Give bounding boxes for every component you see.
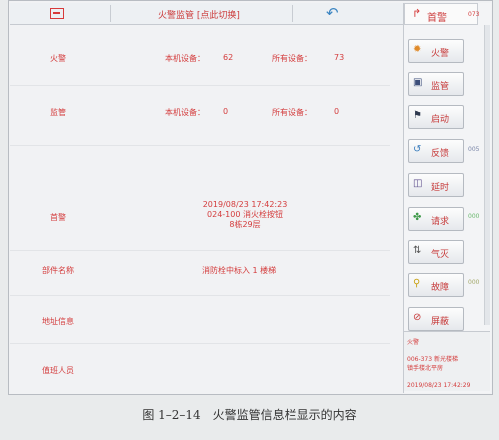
fire-icon: ↱ xyxy=(412,7,422,20)
tab-first-alarm[interactable]: ↱ 首警 xyxy=(404,3,478,25)
first-alarm-detail: 2019/08/23 17:42:23 024-100 消火栓按钮 8栋29层 xyxy=(170,200,320,230)
summary-title: 火警 xyxy=(407,339,420,346)
fire-all-label: 所有设备： xyxy=(272,54,312,63)
sidebar-button-label: 启动 xyxy=(431,115,450,125)
delay-icon: ◫ xyxy=(413,178,423,189)
sidebar-count: 000 xyxy=(468,279,480,286)
install-location-label: 地址信息 xyxy=(42,317,74,326)
sidebar-button-2[interactable]: ⚑ 启动 xyxy=(408,105,464,129)
first-alarm-location: 8栋29层 xyxy=(229,220,261,229)
alarm-category-sidebar: ↱ 首警 ✹ 火警 ▣ 监管 ⚑ 启动 ↺ 反馈 ◫ 延时 ✤ 请求 ⇅ 气灭 ⚲ 故障 ⊘ 屏蔽 073 005 00… xyxy=(403,3,491,393)
feedback-icon: ↺ xyxy=(413,144,422,155)
row-divider xyxy=(10,295,390,296)
supervise-label: 监管 xyxy=(50,108,66,117)
sidebar-button-6[interactable]: ⇅ 气灭 xyxy=(408,240,464,264)
alarm-info-panel: 火警 本机设备： 62 所有设备： 73 监管 本机设备： 0 所有设备： 0 … xyxy=(10,25,392,395)
arrow-back-icon[interactable]: ↶ xyxy=(326,6,339,21)
supervise-local-value: 0 xyxy=(223,107,229,116)
supervise-all-value: 0 xyxy=(334,107,340,116)
summary-line-2: 镇手楼北平房 xyxy=(407,365,444,372)
fire-label: 火警 xyxy=(50,54,66,63)
sidebar-button-label: 延时 xyxy=(431,183,450,193)
first-alarm-label: 首警 xyxy=(50,213,66,222)
summary-line-1: 006-373 新光楼梯 xyxy=(407,356,458,363)
sidebar-button-label: 反馈 xyxy=(431,149,450,159)
flame-icon: ✹ xyxy=(413,44,422,55)
sidebar-button-7[interactable]: ⚲ 故障 xyxy=(408,273,464,297)
sidebar-button-label: 监管 xyxy=(431,82,450,92)
shield-icon: ⊘ xyxy=(413,312,422,323)
sidebar-button-3[interactable]: ↺ 反馈 xyxy=(408,139,464,163)
fire-local-value: 62 xyxy=(223,53,234,62)
window-title[interactable]: 火警监管 [点此切换] xyxy=(158,8,240,21)
on-duty-label: 值班人员 xyxy=(42,366,74,375)
sidebar-button-1[interactable]: ▣ 监管 xyxy=(408,72,464,96)
summary-time: 2019/08/23 17:42:29 xyxy=(407,382,471,389)
sidebar-button-4[interactable]: ◫ 延时 xyxy=(408,173,464,197)
tab-first-alarm-label: 首警 xyxy=(427,13,447,24)
sidebar-button-label: 故障 xyxy=(431,283,450,293)
sidebar-count: 000 xyxy=(468,213,480,220)
figure-caption: 图 1–2–14 火警监管信息栏显示的内容 xyxy=(142,408,357,422)
sidebar-alarm-summary: 火警 006-373 新光楼梯 镇手楼北平房 2019/08/23 17:42:… xyxy=(404,331,490,391)
menu-icon[interactable] xyxy=(50,8,64,19)
gas-icon: ⇅ xyxy=(413,245,422,256)
fire-local-label: 本机设备： xyxy=(165,54,205,63)
top-bar-divider xyxy=(292,5,293,22)
supervise-local-label: 本机设备： xyxy=(165,108,205,117)
sidebar-button-5[interactable]: ✤ 请求 xyxy=(408,207,464,231)
device-name-label: 部件名称 xyxy=(42,266,74,275)
fire-all-value: 73 xyxy=(334,53,345,62)
top-bar-divider xyxy=(110,5,111,22)
row-divider xyxy=(10,250,390,251)
sidebar-count: 005 xyxy=(468,146,480,153)
device-name-value: 消防栓中标入 1 楼梯 xyxy=(202,266,277,275)
row-divider xyxy=(10,145,390,146)
top-bar: 火警监管 [点此切换] ↶ xyxy=(10,3,404,25)
sidebar-count: 073 xyxy=(468,11,480,18)
row-divider xyxy=(10,85,390,86)
first-alarm-device: 024-100 消火栓按钮 xyxy=(207,210,283,219)
flag-icon: ⚑ xyxy=(413,110,422,121)
sidebar-button-label: 请求 xyxy=(431,217,450,227)
request-icon: ✤ xyxy=(413,212,422,223)
sidebar-button-label: 屏蔽 xyxy=(431,317,450,327)
first-alarm-time: 2019/08/23 17:42:23 xyxy=(202,200,288,209)
sidebar-button-label: 火警 xyxy=(431,49,450,59)
sidebar-scrollbar[interactable] xyxy=(484,25,490,325)
sidebar-button-0[interactable]: ✹ 火警 xyxy=(408,39,464,63)
sidebar-button-label: 气灭 xyxy=(431,250,450,260)
row-divider xyxy=(10,343,390,344)
sidebar-button-8[interactable]: ⊘ 屏蔽 xyxy=(408,307,464,331)
fault-icon: ⚲ xyxy=(413,278,421,289)
monitor-icon: ▣ xyxy=(413,77,423,88)
supervise-all-label: 所有设备： xyxy=(272,108,312,117)
